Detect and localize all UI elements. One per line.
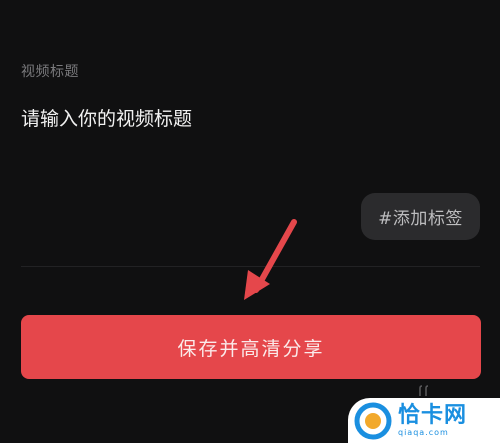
watermark-logo-icon bbox=[354, 402, 392, 439]
gesture-hint-icon bbox=[419, 385, 429, 396]
video-publish-screen: 视频标题 #添加标签 保存并高清分享 恰卡网 qiaqa.com bbox=[0, 0, 500, 443]
watermark-url: qiaqa.com bbox=[398, 427, 449, 437]
save-and-hd-share-button[interactable]: 保存并高清分享 bbox=[21, 315, 481, 379]
annotation-arrow-icon bbox=[244, 219, 297, 300]
watermark-brand: 恰卡网 bbox=[398, 402, 468, 428]
video-title-input[interactable] bbox=[21, 104, 461, 134]
site-watermark: 恰卡网 qiaqa.com bbox=[348, 398, 500, 443]
add-tag-button[interactable]: #添加标签 bbox=[361, 193, 480, 240]
video-title-section-label: 视频标题 bbox=[21, 64, 79, 80]
